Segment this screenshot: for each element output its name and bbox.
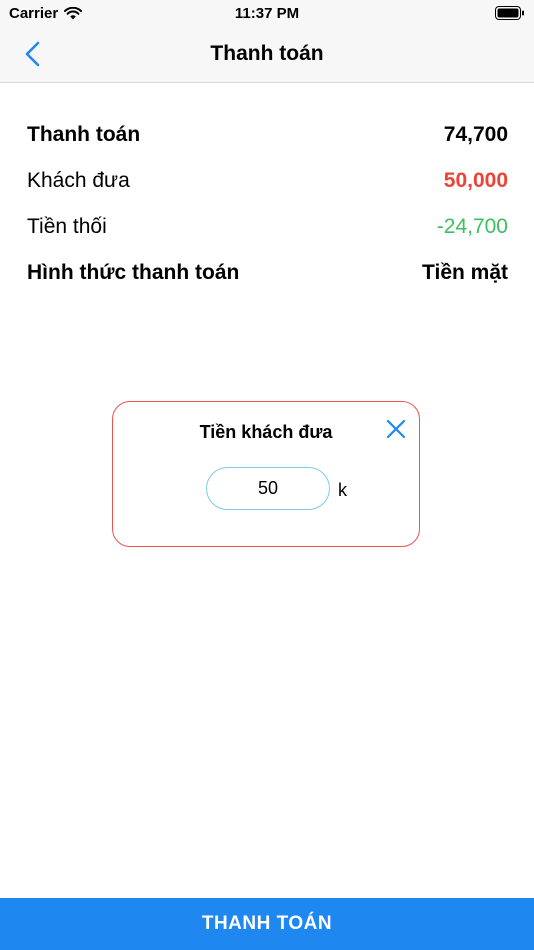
total-row: Thanh toán 74,700 [27, 112, 508, 158]
battery-icon [495, 6, 524, 20]
given-row: Khách đưa 50,000 [27, 158, 508, 204]
payment-summary: Thanh toán 74,700 Khách đưa 50,000 Tiền … [27, 112, 508, 296]
given-label: Khách đưa [27, 169, 130, 192]
total-value: 74,700 [443, 123, 508, 146]
dialog-title: Tiền khách đưa [199, 422, 333, 442]
cash-given-dialog: Tiền khách đưa k [112, 401, 420, 547]
total-label: Thanh toán [27, 123, 141, 146]
change-label: Tiền thối [27, 215, 107, 238]
status-time: 11:37 PM [234, 5, 300, 22]
method-label: Hình thức thanh toán [27, 261, 240, 284]
method-value: Tiền mặt [422, 261, 508, 284]
cash-amount-input[interactable] [206, 467, 330, 510]
given-value: 50,000 [443, 169, 508, 192]
change-value: -24,700 [436, 215, 508, 238]
method-row: Hình thức thanh toán Tiền mặt [27, 250, 508, 296]
page-title: Thanh toán [210, 42, 324, 65]
pay-button[interactable]: THANH TOÁN [0, 898, 534, 950]
amount-unit-label: k [338, 480, 347, 500]
change-row: Tiền thối -24,700 [27, 204, 508, 250]
navigation-bar: Thanh toán [0, 26, 534, 83]
close-icon[interactable] [385, 418, 407, 440]
status-bar: Carrier 11:37 PM [0, 0, 534, 26]
